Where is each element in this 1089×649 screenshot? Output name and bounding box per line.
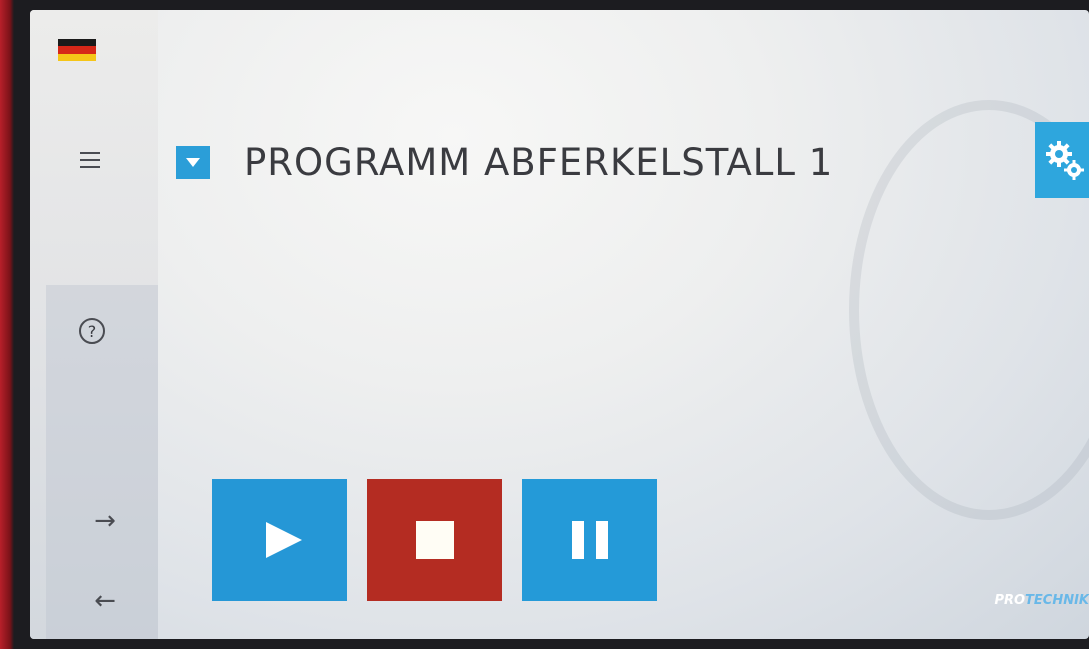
hamburger-menu-icon[interactable] [72, 148, 108, 172]
question-mark-icon[interactable]: ? [79, 318, 105, 344]
stop-button[interactable] [367, 479, 502, 601]
program-selector[interactable]: PROGRAMM ABFERKELSTALL 1 [176, 140, 833, 184]
settings-button[interactable] [1035, 122, 1089, 198]
pause-button[interactable] [522, 479, 657, 601]
touch-screen: ? → ← PROGRAMM ABFERKELSTALL 1 PROTECHNI… [30, 10, 1089, 639]
play-button[interactable] [212, 479, 347, 601]
gears-icon [1046, 141, 1084, 180]
brand-logo: PROTECHNIK [994, 593, 1089, 608]
dropdown-arrow-icon[interactable] [176, 145, 210, 179]
germany-flag-icon[interactable] [58, 39, 96, 61]
sidebar: ? → ← [30, 10, 158, 639]
pause-icon [571, 521, 608, 559]
arrow-right-icon[interactable]: → [85, 506, 125, 536]
program-title: PROGRAMM ABFERKELSTALL 1 [244, 140, 834, 184]
arrow-left-icon[interactable]: ← [85, 586, 125, 616]
stop-icon [415, 521, 454, 559]
play-icon [265, 522, 302, 558]
